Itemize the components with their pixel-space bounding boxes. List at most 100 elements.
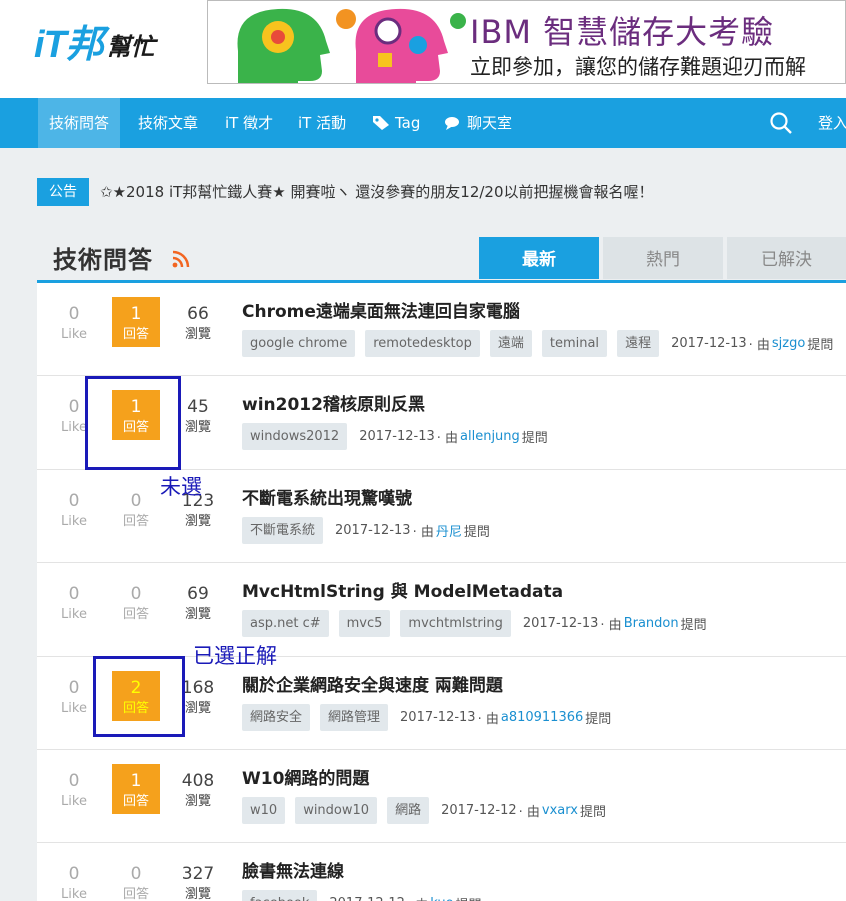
announcement-badge: 公告 xyxy=(37,178,89,206)
question-author-link[interactable]: Brandon xyxy=(624,616,679,631)
question-title-link[interactable]: MvcHtmlString 與 ModelMetadata xyxy=(242,577,563,602)
page-title: 技術問答 xyxy=(53,246,153,274)
question-title-link[interactable]: W10網路的問題 xyxy=(242,764,369,789)
rss-icon[interactable] xyxy=(172,250,190,268)
answer-number: 0 xyxy=(130,584,142,605)
view-label: 瀏覽 xyxy=(184,327,211,342)
like-count[interactable]: 0 Like xyxy=(53,863,95,901)
question-tag[interactable]: windows2012 xyxy=(242,423,348,451)
question-author-link[interactable]: 丹尼 xyxy=(436,521,462,540)
like-label: Like xyxy=(61,700,87,716)
announcement-text[interactable]: ✩★2018 iT邦幫忙鐵人賽★ 開賽啦ヽ 還沒參賽的朋友12/20以前把握機會… xyxy=(100,180,654,204)
question-tag[interactable]: remotedesktop xyxy=(365,330,480,357)
question-tag[interactable]: 網路管理 xyxy=(320,703,389,731)
annotation-label-unselected: 未選 xyxy=(160,475,202,499)
like-number: 0 xyxy=(68,864,80,885)
answer-count: 0 回答 xyxy=(112,577,160,627)
question-tag[interactable]: teminal xyxy=(541,330,608,357)
view-number: 408 xyxy=(181,770,215,791)
like-label: Like xyxy=(61,607,87,623)
answer-number: 0 xyxy=(130,490,142,511)
view-count: 327 瀏覽 xyxy=(175,863,221,901)
question-tag[interactable]: asp.net c# xyxy=(242,610,329,638)
asked-label: 提問 xyxy=(456,894,482,901)
main-nav: 技術問答 技術文章 iT 徵才 iT 活動 Tag 聊天室 登入 xyxy=(0,98,846,148)
view-label: 瀏覽 xyxy=(184,607,211,623)
like-count[interactable]: 0 Like xyxy=(53,583,95,625)
tab-latest[interactable]: 最新 xyxy=(479,237,599,279)
question-tag[interactable]: 不斷電系統 xyxy=(242,516,324,544)
nav-item-qa[interactable]: 技術問答 xyxy=(38,98,121,148)
question-tag[interactable]: facebook xyxy=(242,890,318,901)
like-count[interactable]: 0 Like xyxy=(53,490,95,532)
answer-count: 1 回答 xyxy=(112,763,160,814)
tab-popular[interactable]: 熱門 xyxy=(603,237,723,279)
by-label: · 由 xyxy=(436,431,459,447)
login-link[interactable]: 登入 xyxy=(818,98,846,148)
question-title-link[interactable]: 不斷電系統出現驚嘆號 xyxy=(242,484,412,509)
nav-item-tag-label: Tag xyxy=(395,114,421,132)
question-row: 0 Like 0 回答 69 瀏覽 MvcHtmlString 與 ModelM… xyxy=(37,563,846,657)
like-number: 0 xyxy=(68,584,80,605)
question-title-link[interactable]: win2012稽核原則反黑 xyxy=(242,390,425,415)
annotation-label-selected: 已選正解 xyxy=(193,644,277,668)
view-label: 瀏覽 xyxy=(184,420,211,436)
annotation-box-unselected xyxy=(85,376,181,470)
nav-item-events[interactable]: iT 活動 xyxy=(287,98,357,148)
like-count[interactable]: 0 Like xyxy=(53,770,95,812)
view-label: 瀏覽 xyxy=(184,887,211,901)
nav-item-jobs[interactable]: iT 徵才 xyxy=(214,98,284,148)
question-tag[interactable]: window10 xyxy=(295,796,378,824)
answer-label: 回答 xyxy=(122,793,149,809)
like-count[interactable]: 0 Like xyxy=(53,677,95,719)
question-date: 2017-12-13 xyxy=(335,522,411,538)
search-icon[interactable] xyxy=(768,110,794,136)
question-title-link[interactable]: Chrome遠端桌面無法連回自家電腦 xyxy=(242,297,520,322)
nav-item-chat[interactable]: 聊天室 xyxy=(433,98,523,148)
question-meta: w10 window10 網路 2017-12-12 · 由 vxarx 提問 xyxy=(242,796,606,824)
question-title-link[interactable]: 關於企業網路安全與速度 兩難問題 xyxy=(242,671,503,696)
view-number: 45 xyxy=(187,397,209,418)
answer-number: 1 xyxy=(130,770,142,791)
question-meta: windows2012 2017-12-13 · 由 allenjung 提問 xyxy=(242,423,548,451)
question-tag[interactable]: 網路安全 xyxy=(242,703,311,731)
question-author-link[interactable]: vxarx xyxy=(542,803,578,818)
question-tag[interactable]: mvchtmlstring xyxy=(400,610,511,638)
question-date: 2017-12-13 xyxy=(359,429,435,445)
ad-headline: IBM 智慧儲存大考驗 xyxy=(470,13,775,51)
asked-label: 提問 xyxy=(807,338,834,353)
by-label: · 由 xyxy=(748,338,770,353)
question-tag[interactable]: 遠端 xyxy=(489,330,532,357)
answer-label: 回答 xyxy=(122,513,149,529)
like-number: 0 xyxy=(68,677,80,698)
annotation-box-selected xyxy=(93,656,185,737)
nav-item-tag[interactable]: Tag xyxy=(361,98,431,148)
tag-icon xyxy=(373,116,389,130)
like-count[interactable]: 0 Like xyxy=(53,303,95,345)
answer-label: 回答 xyxy=(122,327,149,342)
asked-label: 提問 xyxy=(680,618,707,634)
view-count: 45 瀏覽 xyxy=(175,396,221,438)
site-header: iT邦 幫忙 IBM 智慧儲存大考驗 立即參加，讓您的儲存難題迎刃而解 xyxy=(0,0,846,98)
question-meta: 網路安全 網路管理 2017-12-13 · 由 a810911366 提問 xyxy=(242,703,612,731)
question-tag[interactable]: mvc5 xyxy=(338,610,391,638)
question-title-link[interactable]: 臉書無法連線 xyxy=(242,857,344,882)
asked-label: 提問 xyxy=(585,711,612,727)
view-label: 瀏覽 xyxy=(184,793,211,809)
question-tag[interactable]: 遠程 xyxy=(617,330,660,357)
question-tag[interactable]: w10 xyxy=(242,796,286,824)
by-label: · 由 xyxy=(412,524,434,540)
nav-item-articles[interactable]: 技術文章 xyxy=(127,98,209,148)
site-logo[interactable]: iT邦 幫忙 xyxy=(34,14,155,66)
question-author-link[interactable]: kuo xyxy=(430,896,453,901)
question-author-link[interactable]: allenjung xyxy=(460,429,520,444)
question-tag[interactable]: 網路 xyxy=(387,796,430,824)
question-author-link[interactable]: sjzgo xyxy=(772,336,805,351)
asked-label: 提問 xyxy=(521,431,548,447)
like-label: Like xyxy=(61,793,87,809)
tab-solved[interactable]: 已解決 xyxy=(727,237,846,279)
by-label: · 由 xyxy=(407,894,428,901)
ad-banner[interactable]: IBM 智慧儲存大考驗 立即參加，讓您的儲存難題迎刃而解 xyxy=(207,0,846,84)
question-author-link[interactable]: a810911366 xyxy=(501,710,583,725)
question-tag[interactable]: google chrome xyxy=(242,330,356,357)
